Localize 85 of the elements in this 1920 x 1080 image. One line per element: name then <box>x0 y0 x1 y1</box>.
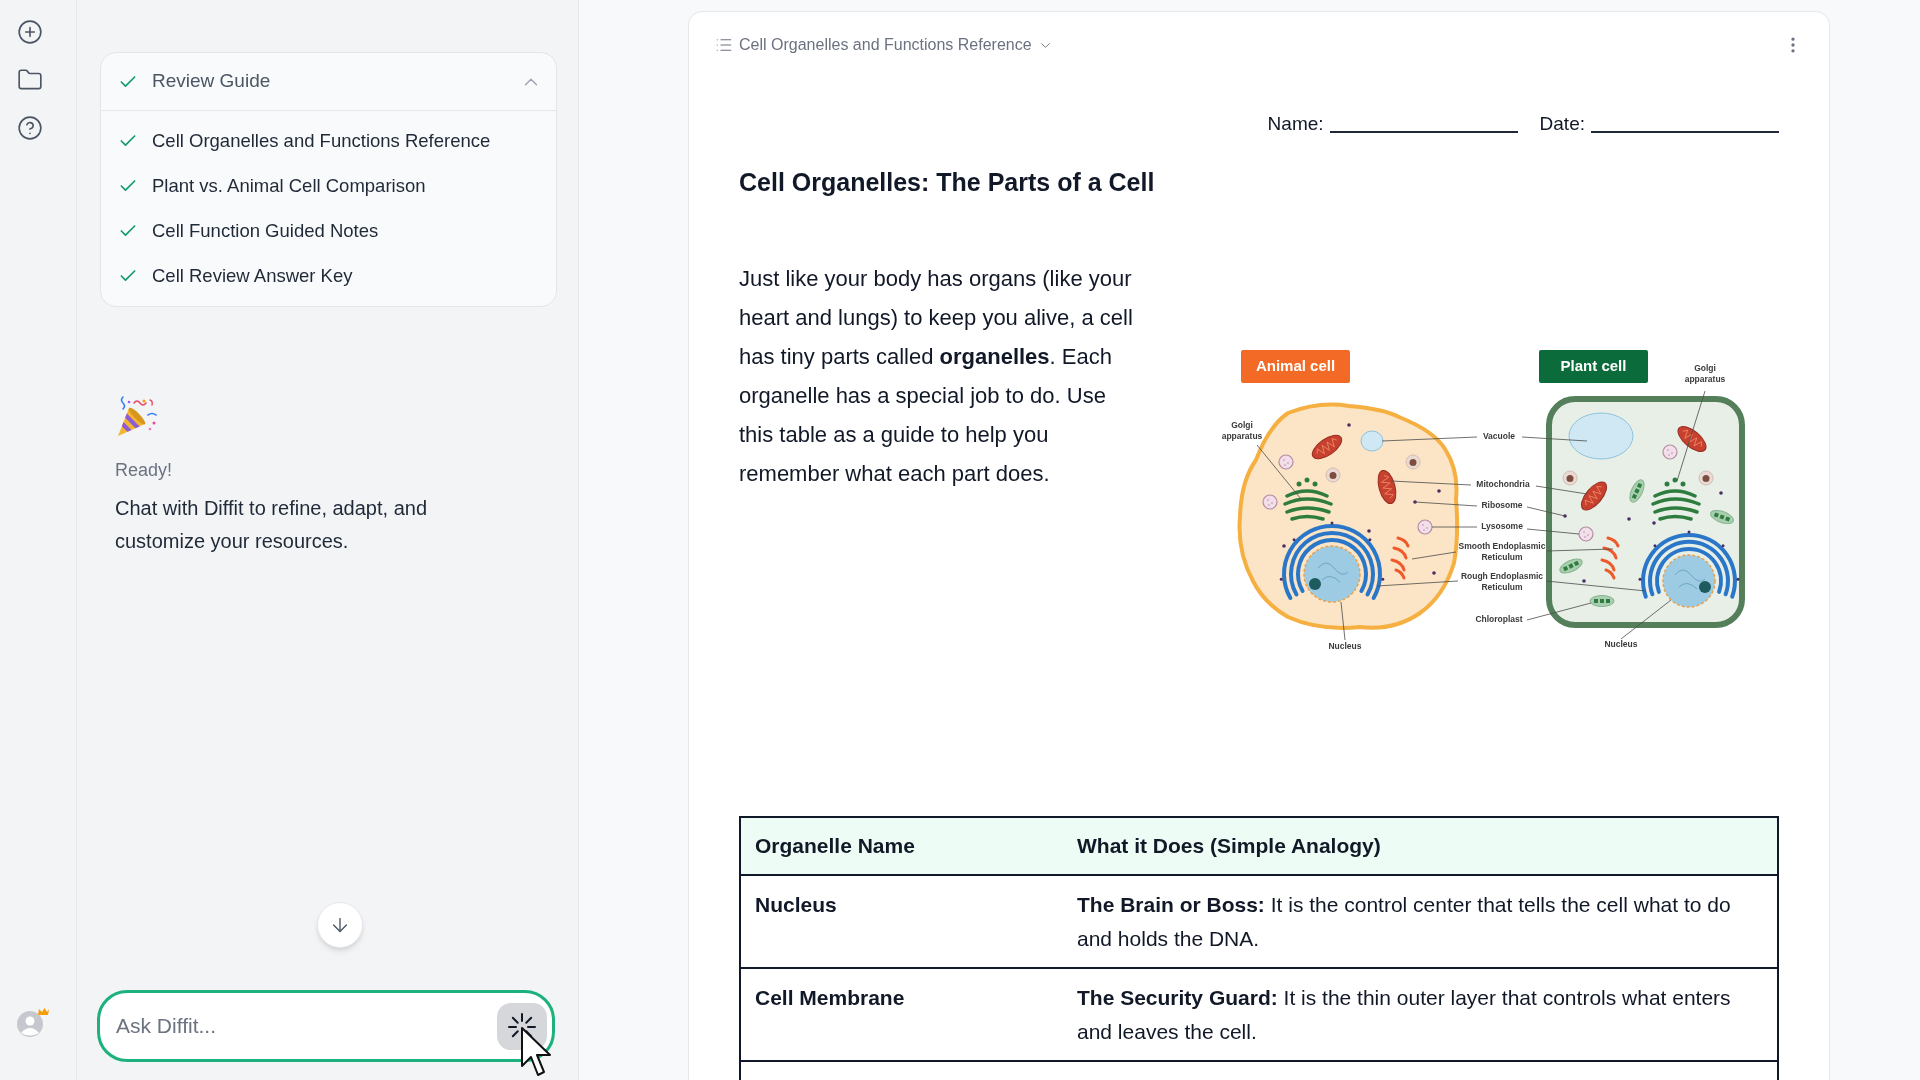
review-guide-item[interactable]: Cell Organelles and Functions Reference <box>101 118 556 163</box>
leader-line <box>1526 528 1580 535</box>
mitochondrion-shape <box>1580 481 1608 511</box>
nucleus-shape <box>1662 554 1716 608</box>
diagram-label: Chloroplast <box>1474 614 1524 626</box>
diagram-label: Rough Endoplasmic Reticulum <box>1459 571 1545 594</box>
chloroplast-shape <box>1710 509 1734 525</box>
leader-line <box>1546 548 1614 552</box>
ribosome-dot <box>1367 529 1371 533</box>
review-guide-item[interactable]: Cell Function Guided Notes <box>101 208 556 253</box>
scroll-down-button[interactable] <box>317 902 363 948</box>
ribosome-dot <box>1719 491 1723 495</box>
diagram-label: Nucleus <box>1603 639 1639 651</box>
smooth-er-shape <box>1390 536 1410 580</box>
lysosome-shape <box>1662 444 1678 460</box>
review-guide-header[interactable]: Review Guide <box>101 53 556 111</box>
diagram-label: Ribosome <box>1480 500 1524 512</box>
chloroplast-shape <box>1559 558 1583 574</box>
table-cell: Cell Membrane <box>740 968 1063 1061</box>
diagram-label: Nucleus <box>1327 641 1363 653</box>
ribosome-dot <box>1413 500 1417 504</box>
lysosome-shape <box>1578 526 1594 542</box>
chloroplast-shape <box>1629 479 1645 503</box>
leader-line <box>1431 526 1478 528</box>
diagram-label: Smooth Endoplasmic Reticulum <box>1457 541 1547 564</box>
ribosome-dot <box>1627 517 1631 521</box>
lysosome-shape <box>1262 494 1278 510</box>
diagram-label: Golgi apparatus <box>1683 363 1727 386</box>
leader-line <box>1256 444 1302 500</box>
table-cell: Nucleus <box>740 875 1063 968</box>
mitochondrion-shape <box>1677 425 1707 453</box>
diagram-label: Vacuole <box>1481 431 1517 443</box>
add-icon[interactable] <box>17 19 43 45</box>
ribosome-dot <box>1432 571 1436 575</box>
vacuole-shape <box>1568 412 1634 460</box>
column-header: Organelle Name <box>740 817 1063 875</box>
cell-type-badge: Animal cell <box>1241 350 1350 383</box>
party-popper-icon <box>115 394 159 438</box>
ribosome-dot <box>1563 514 1567 518</box>
vesicle-shape <box>1325 467 1341 483</box>
intro-paragraph: Just like your body has organs (like your heart and lungs) to keep you alive, a cell has tiny parts called organelles. Each organelle has a special job to do. Use this table as a guide to help you remember what each part does. <box>739 265 1134 488</box>
review-guide-item[interactable]: Plant vs. Animal Cell Comparison <box>101 163 556 208</box>
leader-line <box>1340 601 1346 641</box>
ribosome-dot <box>1652 521 1656 525</box>
document-title-dropdown[interactable]: Cell Organelles and Functions Reference <box>739 33 1053 57</box>
table-cell: The Security Guard: It is the thin outer layer that controls what enters and leaves the cell. <box>1063 968 1778 1061</box>
table-cell: The Brain or Boss: It is the control center that tells the cell what to do and holds the DNA. <box>1063 875 1778 968</box>
ribosome-dot <box>1582 579 1586 583</box>
vesicle-shape <box>1562 470 1578 486</box>
diagram-label: Mitochondria <box>1475 479 1531 491</box>
nucleus-shape <box>1303 545 1361 603</box>
document-heading: Cell Organelles: The Parts of a Cell <box>739 167 1156 198</box>
field-label: Name: <box>1267 112 1324 136</box>
field-label: Date: <box>1539 112 1585 136</box>
help-icon[interactable] <box>17 115 43 141</box>
mitochondrion-shape <box>1377 469 1397 505</box>
diagram-label: Lysosome <box>1480 521 1524 533</box>
leader-line <box>1521 436 1588 442</box>
ribosome-dot <box>1437 489 1441 493</box>
golgi-apparatus-shape <box>1283 477 1333 521</box>
ribosome-dot <box>1282 544 1286 548</box>
leader-line <box>1526 506 1566 517</box>
leader-line <box>1526 602 1592 621</box>
chloroplast-shape <box>1589 595 1615 607</box>
diagram-label: Golgi apparatus <box>1220 420 1264 443</box>
chat-message: Chat with Diffit to refine, adapt, and customize your resources. <box>115 496 429 554</box>
leader-line <box>1414 501 1478 507</box>
vesicle-shape <box>1698 470 1714 486</box>
vacuole-shape <box>1360 430 1384 452</box>
smooth-er-shape <box>1600 536 1620 580</box>
leader-line <box>1620 599 1672 640</box>
status-text: Ready! <box>115 459 173 482</box>
review-guide-item[interactable]: Cell Review Answer Key <box>101 253 556 298</box>
list-icon[interactable] <box>715 36 733 54</box>
lysosome-shape <box>1417 519 1433 535</box>
lysosome-shape <box>1278 454 1294 470</box>
ribosome-dot <box>1347 423 1351 427</box>
leader-line <box>1535 485 1588 495</box>
vesicle-shape <box>1405 454 1421 470</box>
chat-input-field[interactable]: Ask Diffit... <box>97 990 555 1062</box>
golgi-apparatus-shape <box>1651 477 1701 521</box>
cell-type-badge: Plant cell <box>1539 350 1648 383</box>
column-header: What it Does (Simple Analogy) <box>1063 817 1778 875</box>
leader-line <box>1411 551 1457 560</box>
mitochondrion-shape <box>1311 434 1343 460</box>
